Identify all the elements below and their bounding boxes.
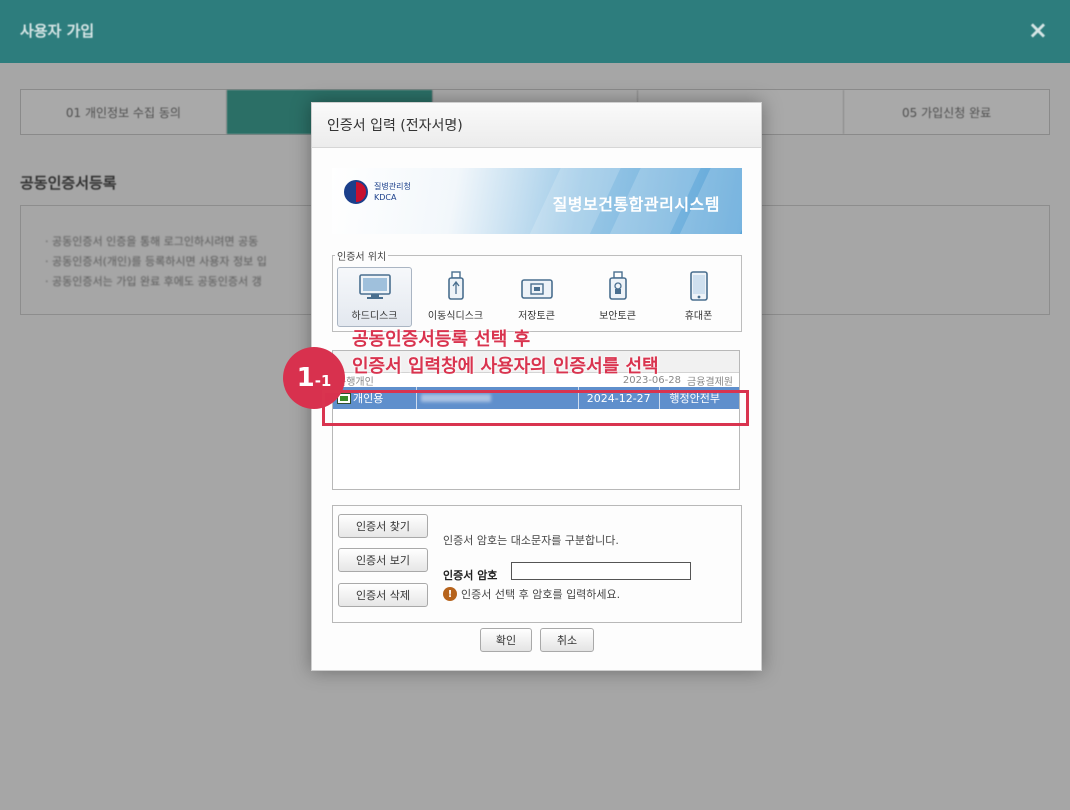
location-hard-disk[interactable]: 하드디스크 <box>337 267 412 327</box>
location-label: 휴대폰 <box>684 311 713 322</box>
security-token-icon <box>608 271 627 300</box>
location-label: 저장토큰 <box>518 311 555 322</box>
notice-line-3: · 공동인증서는 가입 완료 후에도 공동인증서 갱 <box>45 275 262 288</box>
password-warning: ! 인증서 선택 후 암호를 입력하세요. <box>443 586 620 602</box>
warning-text: 인증서 선택 후 암호를 입력하세요. <box>461 588 621 601</box>
kdca-emblem-icon <box>344 180 368 204</box>
location-label: 하드디스크 <box>351 311 398 322</box>
annotation-line-2: 인증서 입력창에 사용자의 인증서를 선택 <box>352 356 659 377</box>
find-certificate-button[interactable]: 인증서 찾기 <box>338 514 428 538</box>
delete-certificate-button[interactable]: 인증서 삭제 <box>338 583 428 607</box>
certificate-dialog: 인증서 입력 (전자서명) 질병관리청 KDCA 질병보건통합관리시스템 인증서… <box>311 102 762 671</box>
dialog-title: 인증서 입력 (전자서명) <box>312 103 761 148</box>
token-icon <box>520 279 553 299</box>
notice-line-2: · 공동인증서(개인)를 등록하시면 사용자 정보 입 <box>45 255 267 268</box>
system-name: 질병보건통합관리시스템 <box>552 195 720 214</box>
password-label: 인증서 암호 <box>443 569 498 582</box>
section-title: 공동인증서등록 <box>20 174 117 192</box>
system-banner: 질병관리청 KDCA 질병보건통합관리시스템 <box>332 168 742 234</box>
close-icon[interactable]: × <box>1028 16 1048 44</box>
view-certificate-button[interactable]: 인증서 보기 <box>338 548 428 572</box>
monitor-icon <box>358 274 391 299</box>
location-label: 이동식디스크 <box>427 311 484 322</box>
window-header: 사용자 가입 × <box>0 0 1070 63</box>
usb-icon <box>447 271 464 300</box>
org-name-ko: 질병관리청 <box>374 182 411 191</box>
window-title: 사용자 가입 <box>20 22 95 40</box>
annotation-line-1: 공동인증서등록 선택 후 <box>352 329 531 350</box>
step-5: 05 가입신청 완료 <box>902 105 992 120</box>
location-label: 보안토큰 <box>599 311 636 322</box>
password-input[interactable] <box>511 562 691 580</box>
case-sensitivity-note: 인증서 암호는 대소문자를 구분합니다. <box>443 534 619 547</box>
cert-issuer: 금융결제원 <box>687 376 733 388</box>
location-storage-token[interactable]: 저장토큰 <box>499 267 574 327</box>
step-1: 01 개인정보 수집 동의 <box>21 90 227 134</box>
notice-line-1: · 공동인증서 인증을 통해 로그인하시려면 공동 <box>45 235 259 248</box>
ok-button[interactable]: 확인 <box>480 628 532 652</box>
location-legend: 인증서 위치 <box>337 252 387 263</box>
certificate-actions-panel: 인증서 찾기 인증서 보기 인증서 삭제 인증서 암호는 대소문자를 구분합니다… <box>332 505 742 623</box>
location-mobile-phone[interactable]: 휴대폰 <box>661 267 736 327</box>
location-security-token[interactable]: 보안토큰 <box>580 267 655 327</box>
warning-icon: ! <box>443 587 457 601</box>
highlight-box <box>322 390 749 426</box>
step-badge-sub: -1 <box>314 372 332 390</box>
phone-icon <box>689 271 708 301</box>
location-removable-disk[interactable]: 이동식디스크 <box>418 267 493 327</box>
kdca-logo: 질병관리청 KDCA <box>344 180 411 204</box>
certificate-location-group: 인증서 위치 하드디스크 이동식디스크 저장토큰 보안토큰 휴대폰 <box>332 248 742 332</box>
step-badge-number: 1 <box>296 363 315 393</box>
org-name-en: KDCA <box>374 193 397 202</box>
cancel-button[interactable]: 취소 <box>540 628 594 652</box>
